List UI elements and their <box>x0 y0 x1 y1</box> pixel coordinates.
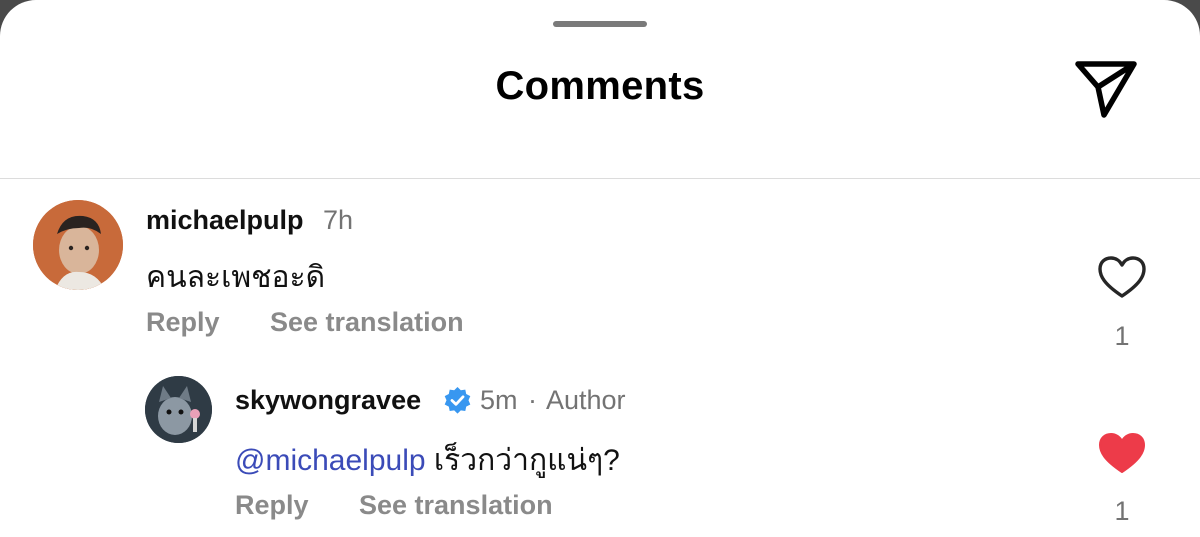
page-title: Comments <box>495 64 705 108</box>
send-icon[interactable] <box>1070 55 1142 125</box>
comment-username[interactable]: michaelpulp <box>146 205 304 236</box>
meta-separator: · <box>528 385 537 415</box>
verified-badge-icon <box>443 386 472 415</box>
reply-button[interactable]: Reply <box>235 490 309 521</box>
avatar[interactable] <box>145 376 212 443</box>
like-count: 1 <box>1114 496 1130 526</box>
reply-button[interactable]: Reply <box>146 307 220 338</box>
author-tag: Author <box>546 385 626 415</box>
avatar[interactable] <box>33 200 123 290</box>
comment-text: คนละเพชอะดิ <box>146 261 326 294</box>
heart-filled-icon[interactable] <box>1098 432 1146 476</box>
comments-sheet: Comments michaelpulp 7h คนละเพชอะดิ Repl… <box>0 0 1200 537</box>
like-count: 1 <box>1114 321 1130 351</box>
reply-time: 5m <box>480 385 518 415</box>
mention-link[interactable]: @michaelpulp <box>235 444 426 477</box>
header-divider <box>0 178 1200 179</box>
comment-time: 7h <box>323 205 354 235</box>
see-translation-button[interactable]: See translation <box>359 490 553 521</box>
heart-outline-icon[interactable] <box>1098 256 1146 300</box>
reply-text: @michaelpulp เร็วกว่ากูแน่ๆ? <box>235 437 620 484</box>
reply-text-body: เร็วกว่ากูแน่ๆ? <box>433 444 620 477</box>
see-translation-button[interactable]: See translation <box>270 307 464 338</box>
sheet-grabber[interactable] <box>553 21 647 27</box>
reply-username[interactable]: skywongravee <box>235 385 421 416</box>
